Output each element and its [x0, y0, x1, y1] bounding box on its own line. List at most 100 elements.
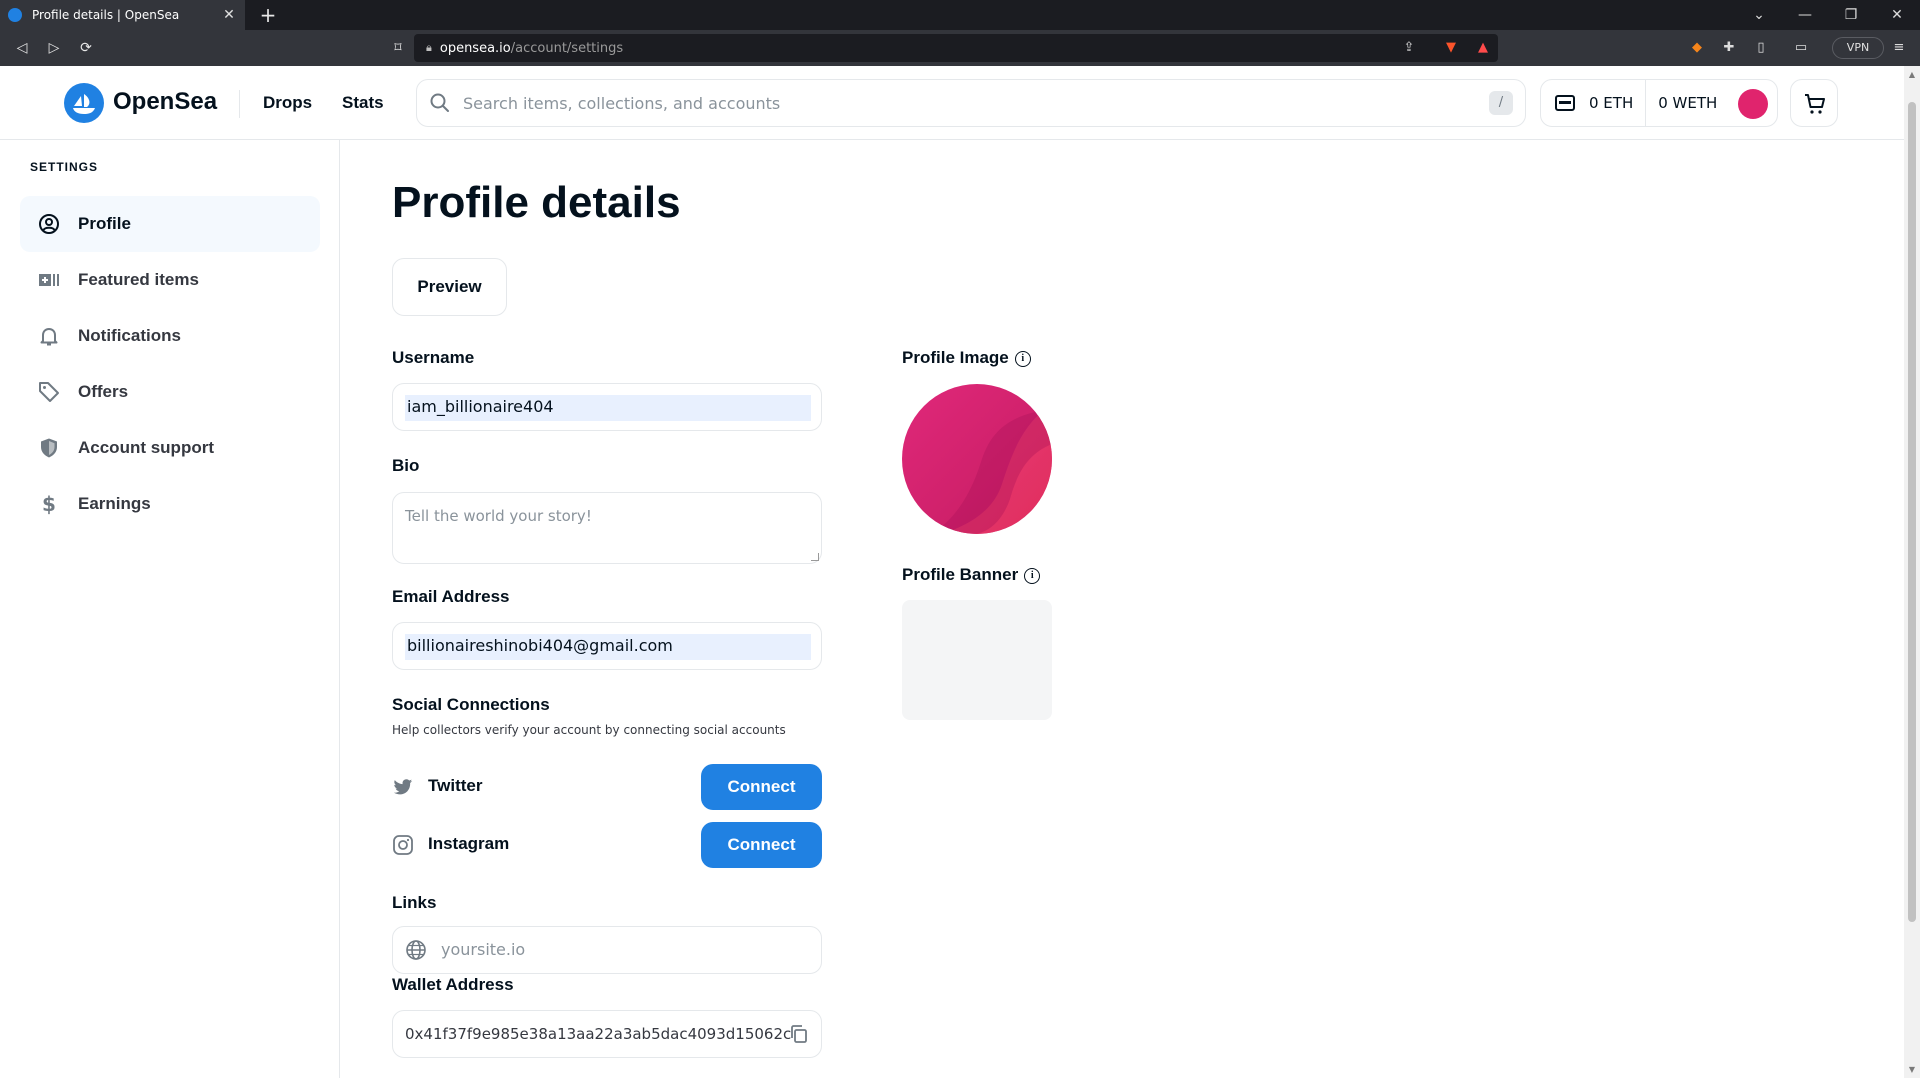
settings-sidebar: SETTINGS Profile Featured items Notifica…	[0, 140, 340, 1078]
wallet-address-value: 0x41f37f9e985e38a13aa22a3ab5dac4093d1506…	[405, 1025, 792, 1043]
cart-icon	[1805, 94, 1825, 114]
social-connections-help: Help collectors verify your account by c…	[392, 723, 786, 737]
back-icon[interactable]: ◁	[10, 36, 34, 60]
profile-image-upload[interactable]	[902, 384, 1052, 534]
eth-balance: 0 ETH	[1589, 94, 1634, 112]
bio-placeholder: Tell the world your story!	[405, 507, 592, 525]
settings-heading: SETTINGS	[30, 160, 99, 174]
sidebar-item-notifications[interactable]: Notifications	[20, 308, 320, 364]
user-circle-icon	[39, 214, 59, 234]
balance-divider	[1645, 79, 1647, 127]
wallet-address-label: Wallet Address	[392, 975, 514, 994]
email-label: Email Address	[392, 587, 510, 606]
sidebar-item-earnings[interactable]: $ Earnings	[20, 476, 320, 532]
sidebar-item-account-support[interactable]: Account support	[20, 420, 320, 476]
sidebar-item-label: Profile	[78, 214, 131, 233]
profile-image-gradient	[902, 384, 1052, 534]
sidebar-item-profile[interactable]: Profile	[20, 196, 320, 252]
logo-text[interactable]: OpenSea	[113, 88, 217, 116]
email-value: billionaireshinobi404@gmail.com	[407, 636, 673, 655]
close-window-button[interactable]: ✕	[1874, 0, 1920, 30]
email-field[interactable]: billionaireshinobi404@gmail.com	[392, 622, 822, 670]
preview-button[interactable]: Preview	[392, 258, 507, 316]
minimize-button[interactable]: —	[1782, 0, 1828, 30]
copy-icon[interactable]	[789, 1024, 809, 1044]
page-scrollbar[interactable]: ▲ ▼	[1904, 66, 1920, 1078]
brave-rewards-icon[interactable]: ▲	[1472, 37, 1494, 59]
tag-icon	[39, 382, 59, 402]
browser-tab[interactable]: Profile details | OpenSea ✕	[0, 0, 245, 30]
extensions-icon[interactable]: ✚	[1718, 37, 1740, 59]
sidebar-item-featured-items[interactable]: Featured items	[20, 252, 320, 308]
lock-icon: 🔒︎	[426, 41, 432, 54]
sidebar-toggle-icon[interactable]: ▯	[1750, 37, 1772, 59]
social-row-twitter: Twitter Connect	[392, 764, 822, 810]
connect-instagram-button[interactable]: Connect	[701, 822, 822, 868]
nav-stats[interactable]: Stats	[342, 93, 384, 113]
weth-balance: 0 WETH	[1658, 94, 1718, 112]
dollar-icon: $	[42, 493, 56, 515]
bell-icon	[40, 328, 58, 346]
search-bar[interactable]: Search items, collections, and accounts …	[416, 79, 1526, 127]
scroll-down-icon[interactable]: ▼	[1904, 1065, 1920, 1074]
info-icon[interactable]: i	[1024, 568, 1041, 584]
profile-banner-label: Profile Banner i	[902, 565, 1041, 585]
new-tab-button[interactable]: +	[256, 3, 280, 27]
info-icon[interactable]: i	[1014, 351, 1031, 367]
brave-shields-icon[interactable]: ▼	[1440, 37, 1462, 59]
vpn-button[interactable]: VPN	[1832, 37, 1884, 59]
wallet-address-field: 0x41f37f9e985e38a13aa22a3ab5dac4093d1506…	[392, 1010, 822, 1058]
opensea-logo-icon[interactable]	[64, 83, 104, 123]
sidebar-item-label: Offers	[78, 382, 129, 401]
social-row-instagram: Instagram Connect	[392, 822, 822, 868]
sidebar-item-label: Featured items	[78, 270, 199, 289]
browser-tab-bar: Profile details | OpenSea ✕ + ⌄ — ❐ ✕	[0, 0, 1920, 30]
site-header: OpenSea Drops Stats Search items, collec…	[0, 66, 1904, 140]
sidebar-item-offers[interactable]: Offers	[20, 364, 320, 420]
wallet-icon	[1555, 95, 1575, 111]
social-connections-label: Social Connections	[392, 695, 550, 714]
search-icon	[430, 93, 449, 112]
search-shortcut-badge: /	[1489, 91, 1513, 115]
svg-text:$: $	[42, 493, 56, 515]
links-label: Links	[392, 893, 437, 912]
cart-button[interactable]	[1790, 79, 1838, 127]
username-field[interactable]: iam_billionaire404	[392, 383, 822, 431]
share-icon[interactable]: ⇪	[1398, 37, 1420, 59]
tab-title: Profile details | OpenSea	[32, 8, 180, 22]
profile-image-label: Profile Image i	[902, 348, 1031, 368]
forward-icon[interactable]: ▷	[42, 36, 66, 60]
links-input[interactable]: yoursite.io	[392, 926, 822, 974]
username-label: Username	[392, 348, 475, 367]
url-host: opensea.io	[439, 40, 511, 56]
search-input[interactable]: Search items, collections, and accounts	[463, 94, 1489, 113]
shield-icon	[41, 438, 57, 458]
bookmark-icon[interactable]: ⌑	[386, 36, 410, 60]
profile-banner-label-text: Profile Banner	[902, 565, 1019, 584]
close-tab-icon[interactable]: ✕	[221, 7, 237, 23]
wallet-icon[interactable]: ▭	[1790, 37, 1812, 59]
nav-drops[interactable]: Drops	[263, 93, 312, 113]
reload-icon[interactable]: ⟳	[74, 36, 98, 60]
page-title: Profile details	[392, 178, 681, 227]
address-bar[interactable]: 🔒︎ opensea.io /account/settings	[414, 34, 1498, 62]
links-placeholder: yoursite.io	[441, 940, 526, 959]
maximize-button[interactable]: ❐	[1828, 0, 1874, 30]
opensea-favicon-icon	[8, 8, 22, 22]
globe-icon	[406, 940, 426, 960]
instagram-icon	[393, 835, 413, 855]
instagram-label: Instagram	[428, 834, 510, 853]
scroll-thumb[interactable]	[1908, 102, 1916, 922]
tab-search-button[interactable]: ⌄	[1736, 0, 1782, 30]
resize-handle[interactable]	[811, 553, 819, 561]
profile-image-label-text: Profile Image	[902, 348, 1009, 367]
metamask-icon[interactable]: ◆	[1686, 37, 1708, 59]
bio-label: Bio	[392, 456, 420, 475]
menu-icon[interactable]: ≡	[1888, 37, 1910, 59]
scroll-up-icon[interactable]: ▲	[1904, 70, 1920, 79]
profile-banner-upload[interactable]	[902, 600, 1052, 720]
twitter-label: Twitter	[428, 776, 483, 795]
avatar[interactable]	[1738, 89, 1768, 119]
connect-twitter-button[interactable]: Connect	[701, 764, 822, 810]
bio-textarea[interactable]: Tell the world your story!	[392, 492, 822, 564]
